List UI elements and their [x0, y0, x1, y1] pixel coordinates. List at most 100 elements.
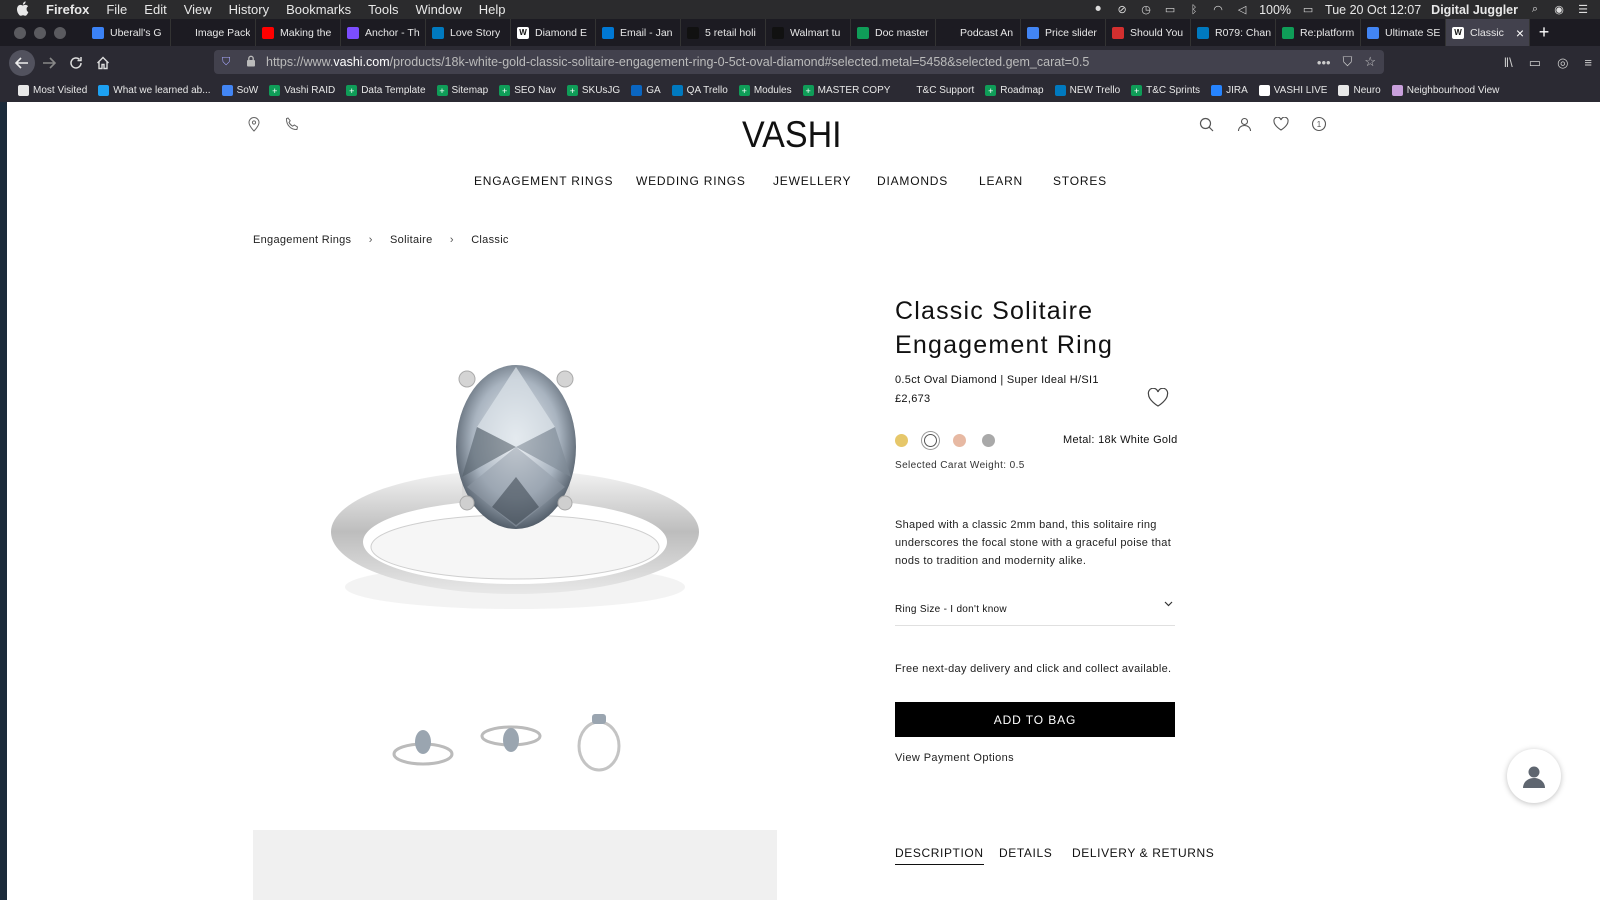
phone-icon[interactable] — [284, 116, 300, 132]
bookmark-item[interactable]: NEW Trello — [1054, 85, 1120, 96]
close-window-button[interactable] — [14, 26, 26, 39]
lock-icon[interactable] — [246, 55, 258, 70]
bookmark-item[interactable]: + SEO Nav — [499, 85, 556, 96]
ring-size-select[interactable]: Ring Size - I don't know — [895, 596, 1175, 626]
browser-tab[interactable]: W Diamond E — [511, 19, 596, 46]
swatch-rose-gold[interactable] — [953, 434, 966, 447]
bookmark-item[interactable]: GA — [631, 85, 661, 96]
apple-icon[interactable] — [16, 0, 30, 19]
nav-jewellery[interactable]: JEWELLERY — [773, 174, 851, 188]
bookmark-item[interactable]: + Vashi RAID — [269, 85, 335, 96]
airplay-icon[interactable]: ▭ — [1163, 4, 1177, 16]
account-user-icon[interactable] — [1236, 116, 1252, 132]
store-locator-icon[interactable] — [246, 116, 262, 132]
thumbnail-front-view[interactable] — [392, 712, 454, 776]
back-button[interactable] — [9, 49, 35, 76]
sidebar-icon[interactable]: ▭ — [1529, 55, 1541, 71]
menu-view[interactable]: View — [184, 2, 212, 17]
search-icon[interactable] — [1198, 116, 1214, 132]
zoom-window-button[interactable] — [54, 26, 66, 39]
browser-tab[interactable]: Email - Jan — [596, 19, 681, 46]
forward-button[interactable] — [36, 50, 62, 76]
shopping-bag-icon[interactable]: 1 — [1311, 116, 1327, 132]
browser-tab[interactable]: Walmart tu — [766, 19, 851, 46]
wifi-icon[interactable]: ◠ — [1211, 4, 1225, 16]
hamburger-menu-icon[interactable]: ≡ — [1584, 55, 1592, 70]
minimize-window-button[interactable] — [34, 26, 46, 39]
add-to-bag-button[interactable]: ADD TO BAG — [895, 702, 1175, 737]
bookmark-item[interactable]: QA Trello — [671, 85, 728, 96]
bluetooth-icon[interactable]: ᛒ — [1187, 4, 1201, 16]
bookmark-item[interactable]: + Modules — [738, 85, 792, 96]
tracking-shield-icon[interactable]: ⛉ — [222, 56, 236, 69]
view-payment-options-link[interactable]: View Payment Options — [895, 752, 1014, 764]
library-icon[interactable]: ‖\ — [1504, 55, 1513, 70]
bookmark-item[interactable]: + Roadmap — [985, 85, 1044, 96]
browser-tab[interactable]: Podcast An — [936, 19, 1021, 46]
browser-tab[interactable]: Re:platform — [1276, 19, 1361, 46]
close-tab-icon[interactable]: × — [1516, 25, 1524, 41]
breadcrumb-solitaire[interactable]: Solitaire — [390, 234, 432, 246]
bookmark-item[interactable]: JIRA — [1211, 85, 1248, 96]
bookmark-item[interactable]: SoW — [221, 85, 258, 96]
nav-engagement-rings[interactable]: ENGAGEMENT RINGS — [474, 174, 613, 188]
add-to-wishlist-button[interactable] — [1147, 387, 1169, 408]
tab-delivery-returns[interactable]: DELIVERY & RETURNS — [1072, 846, 1214, 860]
browser-tab[interactable]: R079: Chan — [1191, 19, 1276, 46]
browser-tab[interactable]: Image Pack — [171, 19, 256, 46]
menu-firefox[interactable]: Firefox — [46, 2, 89, 17]
screen-record-icon[interactable]: ⏺ — [1091, 3, 1105, 16]
menubar-username[interactable]: Digital Juggler — [1431, 3, 1518, 17]
bookmark-item[interactable]: Most Visited — [18, 85, 87, 96]
browser-tab[interactable]: Making the — [256, 19, 341, 46]
url-text[interactable]: https://www.vashi.com/products/18k-white… — [266, 55, 1089, 69]
breadcrumb-classic[interactable]: Classic — [471, 234, 509, 246]
wishlist-heart-icon[interactable] — [1273, 116, 1289, 132]
menu-file[interactable]: File — [106, 2, 127, 17]
swatch-yellow-gold[interactable] — [895, 434, 908, 447]
nav-stores[interactable]: STORES — [1053, 174, 1107, 188]
browser-tab[interactable]: Love Story — [426, 19, 511, 46]
tab-active[interactable]: W Classic × — [1446, 19, 1530, 46]
siri-icon[interactable]: ◉ — [1552, 4, 1566, 16]
bookmark-item[interactable]: + MASTER COPY — [802, 85, 890, 96]
tab-description[interactable]: DESCRIPTION — [895, 846, 984, 865]
browser-tab[interactable]: Uberall's G — [86, 19, 171, 46]
bookmark-item[interactable]: Neighbourhood View — [1391, 85, 1499, 96]
bookmark-item[interactable]: + T&C Sprints — [1131, 85, 1200, 96]
browser-tab[interactable]: Price slider — [1021, 19, 1106, 46]
menu-tools[interactable]: Tools — [368, 2, 398, 17]
browser-tab[interactable]: Anchor - Th — [341, 19, 426, 46]
browser-tab[interactable]: 5 retail holi — [681, 19, 766, 46]
swatch-white-gold[interactable] — [924, 434, 937, 447]
bookmark-item[interactable]: + Data Template — [346, 85, 426, 96]
menu-bookmarks[interactable]: Bookmarks — [286, 2, 351, 17]
menu-help[interactable]: Help — [479, 2, 506, 17]
browser-tab[interactable]: Should You — [1106, 19, 1191, 46]
nav-diamonds[interactable]: DIAMONDS — [877, 174, 948, 188]
bookmark-item[interactable]: + Sitemap — [436, 85, 488, 96]
reload-button[interactable] — [63, 50, 89, 76]
browser-tab[interactable]: Ultimate SE — [1361, 19, 1446, 46]
nav-wedding-rings[interactable]: WEDDING RINGS — [636, 174, 746, 188]
battery-percentage[interactable]: 100% — [1259, 3, 1291, 17]
menu-edit[interactable]: Edit — [144, 2, 166, 17]
pocket-icon[interactable]: ⛉ — [1343, 54, 1353, 70]
swatch-platinum[interactable] — [982, 434, 995, 447]
bookmark-item[interactable]: VASHI LIVE — [1258, 85, 1327, 96]
menu-window[interactable]: Window — [416, 2, 462, 17]
page-actions-icon[interactable]: ••• — [1317, 55, 1331, 70]
bookmark-item[interactable]: + SKUsJG — [566, 85, 620, 96]
thumbnail-angle-view[interactable] — [480, 708, 542, 772]
product-main-image[interactable] — [317, 347, 717, 657]
new-tab-button[interactable]: + — [1530, 19, 1558, 46]
chat-support-button[interactable] — [1507, 749, 1561, 803]
battery-icon[interactable]: ▭ — [1301, 4, 1315, 16]
nav-learn[interactable]: LEARN — [979, 174, 1023, 188]
bookmark-item[interactable]: T&C Support — [901, 85, 974, 96]
bookmark-item[interactable]: What we learned ab... — [98, 85, 211, 96]
tab-details[interactable]: DETAILS — [999, 846, 1052, 860]
vashi-logo[interactable]: VASHI — [742, 114, 842, 156]
home-button[interactable] — [90, 50, 116, 76]
menu-history[interactable]: History — [229, 2, 269, 17]
